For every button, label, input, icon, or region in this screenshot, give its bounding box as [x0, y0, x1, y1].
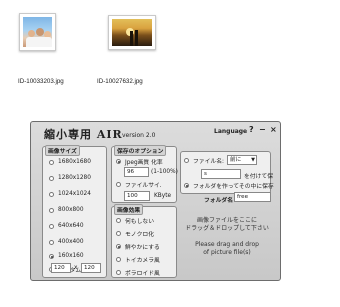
- image-effects-group: 画像効果 何もしない モノクロ化 鮮やかにする トイカメラ風 ポラロイド風: [111, 204, 177, 278]
- folder-option[interactable]: フォルダを作ってその中に保存: [184, 181, 274, 190]
- filename-group: ファイル名: 前に ▼ s を付けて保 フォルダを作ってその中に保存: [180, 151, 274, 194]
- radio-icon: [116, 182, 121, 187]
- photo-couple-sunset: [112, 19, 152, 46]
- size-option-1680[interactable]: 1680x1680: [49, 159, 91, 165]
- photo-family-beach: [23, 17, 52, 47]
- size-option-1024[interactable]: 1024x1024: [49, 191, 91, 197]
- radio-icon: [116, 257, 121, 262]
- radio-icon: [49, 191, 54, 197]
- custom-height-input[interactable]: 120: [81, 263, 101, 273]
- radio-icon: [116, 270, 121, 275]
- size-option-800[interactable]: 800x800: [49, 207, 84, 213]
- file-thumbnail-1[interactable]: [19, 13, 56, 51]
- radio-selected-icon: [116, 244, 121, 249]
- jpeg-quality-input[interactable]: 96: [124, 167, 149, 177]
- radio-icon: [49, 207, 54, 213]
- radio-icon: [49, 239, 54, 245]
- custom-width-input[interactable]: 120: [51, 263, 71, 273]
- language-menu[interactable]: Language: [214, 128, 247, 135]
- radio-icon: [116, 218, 121, 223]
- effect-option-polaroid[interactable]: ポラロイド風: [116, 268, 160, 277]
- jpeg-quality-range: (1-100%): [151, 169, 178, 175]
- effect-option-toycamera[interactable]: トイカメラ風: [116, 255, 160, 264]
- app-title: 縮小専用 AIR: [44, 128, 123, 141]
- effect-option-vivid[interactable]: 鮮やかにする: [116, 242, 160, 251]
- drop-zone[interactable]: 画像ファイルをここに ドラッグ＆ドロップして下さい Please drag an…: [182, 209, 272, 277]
- app-version: version 2.0: [122, 132, 156, 139]
- filename-option[interactable]: ファイル名:: [184, 156, 224, 165]
- custom-size-x: x: [74, 265, 78, 271]
- effect-option-mono[interactable]: モノクロ化: [116, 229, 154, 238]
- file-size-input[interactable]: 100: [124, 191, 150, 201]
- file-name-1[interactable]: ID-10033203.jpg: [18, 78, 64, 85]
- drop-instruction-jp-2: ドラッグ＆ドロップして下さい: [185, 225, 269, 232]
- minimize-button[interactable]: −: [259, 126, 266, 134]
- filename-position-select[interactable]: 前に ▼: [227, 155, 257, 165]
- radio-icon: [184, 158, 189, 163]
- radio-selected-icon: [116, 159, 121, 164]
- drop-instruction-jp-1: 画像ファイルをここに: [196, 217, 257, 224]
- save-options-title: 保存のオプション: [114, 145, 167, 156]
- folder-name-input[interactable]: free: [234, 192, 271, 202]
- radio-icon: [49, 159, 54, 165]
- app-window: 縮小専用 AIR version 2.0 Language ? − × 画像サイ…: [30, 121, 281, 281]
- jpeg-quality-option[interactable]: Jpeg画質 化率: [116, 157, 163, 166]
- folder-name-label: フォルダ名: [204, 198, 233, 204]
- radio-icon: [49, 175, 54, 181]
- close-button[interactable]: ×: [270, 126, 277, 134]
- help-button[interactable]: ?: [249, 126, 254, 134]
- file-thumbnail-2[interactable]: [108, 15, 156, 50]
- drop-instruction-en-1: Please drag and drop: [195, 241, 259, 248]
- radio-selected-icon: [184, 183, 189, 188]
- file-name-2[interactable]: ID-10027632.jpg: [97, 78, 143, 85]
- filename-prefix-suffix: を付けて保: [244, 174, 273, 180]
- chevron-down-icon: ▼: [251, 157, 255, 163]
- radio-icon: [116, 231, 121, 236]
- file-size-unit: KByte: [154, 193, 172, 199]
- image-size-group: 画像サイズ 1680x1680 1280x1280 1024x1024 800x…: [42, 145, 107, 278]
- radio-selected-icon: [49, 253, 54, 259]
- file-size-option[interactable]: ファイルサイ.: [116, 180, 162, 189]
- save-options-group: 保存のオプション Jpeg画質 化率 96 (1-100%) ファイルサイ. 1…: [111, 145, 178, 203]
- drop-instruction-en-2: of picture file(s): [203, 249, 251, 256]
- radio-icon: [49, 223, 54, 229]
- image-effects-title: 画像効果: [114, 204, 144, 215]
- size-option-640[interactable]: 640x640: [49, 223, 84, 229]
- image-size-title: 画像サイズ: [45, 145, 80, 156]
- size-option-160[interactable]: 160x160: [49, 253, 84, 259]
- filename-prefix-input[interactable]: s: [201, 169, 241, 179]
- size-option-400[interactable]: 400x400: [49, 239, 84, 245]
- size-option-1280[interactable]: 1280x1280: [49, 175, 91, 181]
- effect-option-none[interactable]: 何もしない: [116, 216, 154, 225]
